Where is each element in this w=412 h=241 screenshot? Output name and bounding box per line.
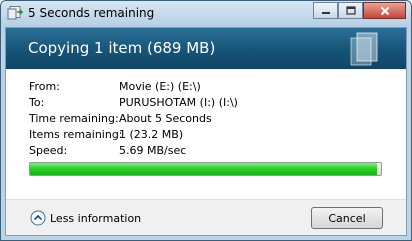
title-bar[interactable]: 5 Seconds remaining: [1, 1, 411, 27]
from-value: Movie (E:) (E:\): [119, 80, 201, 93]
from-label: From:: [29, 80, 60, 93]
close-button[interactable]: [363, 2, 406, 19]
minimize-button[interactable]: [313, 2, 338, 19]
header-title: Copying 1 item (689 MB): [28, 39, 216, 57]
time-remaining-label: Time remaining:: [29, 112, 119, 125]
progress-fill: [30, 163, 378, 175]
items-remaining-label: Items remaining:: [29, 128, 123, 141]
dialog-content: Copying 1 item (689 MB) From: Movie (E:)…: [5, 27, 407, 236]
to-value: PURUSHOTAM (I:) (I:\): [119, 96, 238, 109]
items-remaining-value: 1 (23.2 MB): [119, 128, 184, 141]
less-information-label: Less information: [50, 211, 142, 225]
copy-window-icon: [7, 6, 23, 20]
dialog-footer: Less information Cancel: [6, 199, 406, 235]
maximize-icon: [345, 6, 356, 15]
minimize-icon: [321, 11, 330, 14]
cancel-button[interactable]: Cancel: [311, 207, 383, 229]
copy-dialog-window: 5 Seconds remaining Copying 1 item (689 …: [0, 0, 412, 241]
copy-documents-icon: [350, 32, 378, 66]
to-label: To:: [29, 96, 45, 109]
speed-label: Speed:: [29, 144, 68, 157]
time-remaining-value: About 5 Seconds: [119, 112, 212, 125]
window-controls: [313, 2, 406, 20]
less-information-toggle[interactable]: Less information: [30, 210, 141, 226]
progress-header: Copying 1 item (689 MB): [6, 28, 406, 69]
chevron-up-icon: [30, 210, 46, 226]
window-title: 5 Seconds remaining: [28, 6, 155, 20]
maximize-button[interactable]: [338, 2, 363, 19]
copy-progress-bar: [29, 162, 382, 176]
speed-value: 5.69 MB/sec: [119, 144, 187, 157]
close-icon: [380, 6, 389, 15]
